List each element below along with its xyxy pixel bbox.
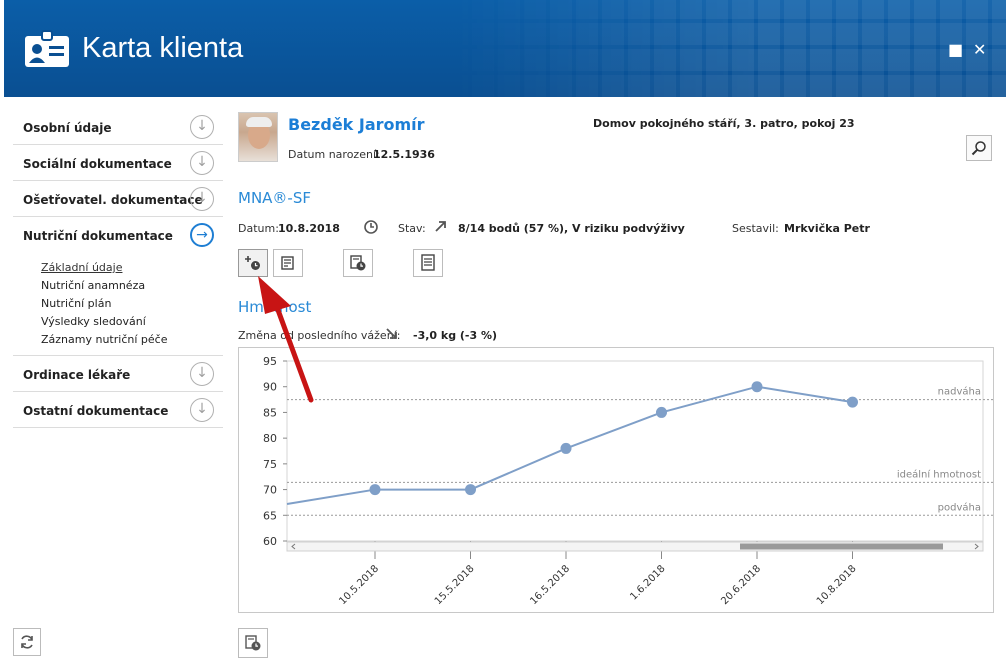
sidebar-section-other[interactable]: Ostatní dokumentace ↓	[13, 392, 223, 428]
mna-status-value: 8/14 bodů (57 %), V riziku podvýživy	[458, 222, 685, 235]
sidebar-section-label: Sociální dokumentace	[23, 157, 172, 171]
sidebar-section-nutrition[interactable]: Nutriční dokumentace →	[13, 217, 223, 253]
mna-status-label: Stav:	[398, 222, 426, 235]
search-icon	[971, 141, 986, 156]
edit-record-button[interactable]	[273, 249, 303, 277]
sidebar-section-physician[interactable]: Ordinace lékaře ↓	[13, 356, 223, 392]
x-tick-label: 1.6.2018	[628, 563, 667, 602]
reference-line-label: nadváha	[938, 386, 981, 398]
x-tick-label: 15.5.2018	[433, 563, 477, 607]
add-record-button[interactable]	[238, 249, 268, 277]
dob-label: Datum narození:	[288, 148, 380, 161]
sidebar-section-personal[interactable]: Osobní údaje ↓	[13, 109, 223, 145]
weight-title: Hmotnost	[238, 298, 312, 316]
patient-name: Bezděk Jaromír	[288, 115, 425, 134]
weight-chart-svg: 60 65 70 75 80 85 90 95 nadváha ideální hmotnost p…	[263, 355, 995, 607]
window-header: Karta klienta ■ ✕	[4, 0, 1006, 97]
weight-history-button[interactable]	[238, 628, 268, 658]
y-tick-label: 85	[263, 406, 277, 419]
sidebar-item-nutrition-care-records[interactable]: Záznamy nutriční péče	[41, 331, 223, 349]
y-tick-label: 95	[263, 355, 277, 368]
patient-hair	[246, 117, 272, 127]
reference-line-label: ideální hmotnost	[897, 468, 981, 480]
calendar-clock-icon	[245, 635, 261, 651]
calendar-clock-icon	[350, 255, 366, 271]
trend-down-icon	[385, 327, 399, 345]
nutrition-subitems: Základní údaje Nutriční anamnéza Nutričn…	[13, 253, 223, 356]
arrow-down-circle-icon[interactable]: ↓	[190, 151, 214, 175]
x-tick-label: 10.8.2018	[815, 563, 859, 607]
sidebar-section-label: Ordinace lékaře	[23, 368, 131, 382]
add-clock-icon	[245, 256, 260, 270]
sidebar-item-nutrition-plan[interactable]: Nutriční plán	[41, 295, 223, 313]
patient-location: Domov pokojného stáří, 3. patro, pokoj 2…	[593, 117, 855, 130]
history-icon	[363, 219, 379, 239]
sidebar-section-label: Nutriční dokumentace	[23, 229, 173, 243]
data-point	[656, 406, 667, 418]
close-button[interactable]: ✕	[973, 40, 986, 59]
reference-line-label: podváha	[938, 501, 981, 513]
refresh-icon	[21, 635, 33, 649]
edit-document-icon	[281, 256, 294, 270]
refresh-button[interactable]	[13, 628, 41, 656]
patient-photo	[238, 112, 278, 162]
sidebar-item-basic-info[interactable]: Základní údaje	[41, 259, 223, 277]
sidebar-section-social[interactable]: Sociální dokumentace ↓	[13, 145, 223, 181]
weight-chart: 60 65 70 75 80 85 90 95 nadváha ideální hmotnost p…	[238, 347, 995, 613]
arrow-down-circle-icon[interactable]: ↓	[190, 115, 214, 139]
mna-author-label: Sestavil:	[732, 222, 779, 235]
client-card-window: Karta klienta ■ ✕ Osobní údaje ↓ Sociáln…	[0, 0, 1006, 669]
chart-scrollbar-thumb[interactable]	[740, 543, 943, 550]
document-icon	[421, 254, 435, 271]
y-tick-label: 90	[263, 381, 277, 394]
header-pattern	[446, 0, 1006, 97]
x-tick-label: 20.6.2018	[719, 563, 763, 607]
dob-value: 12.5.1936	[373, 148, 435, 161]
sidebar-item-nutrition-anamnesis[interactable]: Nutriční anamnéza	[41, 277, 223, 295]
window-title: Karta klienta	[82, 32, 244, 64]
sidebar-section-nursing[interactable]: Ošetřovatel. dokumentace ↓	[13, 181, 223, 217]
sidebar-section-label: Ošetřovatel. dokumentace	[23, 193, 203, 207]
mna-date-label: Datum:	[238, 222, 279, 235]
mna-author-value: Mrkvička Petr	[784, 222, 870, 235]
arrow-down-circle-icon[interactable]: ↓	[190, 187, 214, 211]
weight-change-label: Změna od posledního vážení:	[238, 329, 401, 342]
sidebar-section-label: Ostatní dokumentace	[23, 404, 169, 418]
arrow-down-circle-icon[interactable]: ↓	[190, 362, 214, 386]
sidebar-section-label: Osobní údaje	[23, 121, 112, 135]
maximize-button[interactable]: ■	[948, 40, 963, 59]
y-tick-label: 65	[263, 509, 277, 522]
arrow-right-circle-icon[interactable]: →	[190, 223, 214, 247]
y-tick-label: 60	[263, 535, 277, 548]
mna-title: MNA®-SF	[238, 189, 311, 207]
arrow-down-circle-icon[interactable]: ↓	[190, 398, 214, 422]
search-button[interactable]	[966, 135, 992, 161]
sidebar: Osobní údaje ↓ Sociální dokumentace ↓ Oš…	[13, 109, 223, 428]
x-tick-label: 16.5.2018	[528, 563, 572, 607]
id-card-icon	[25, 30, 69, 67]
data-point	[560, 442, 572, 454]
data-point	[847, 396, 858, 408]
data-point	[465, 484, 476, 496]
plot-area	[286, 360, 984, 542]
x-tick-label: 10.5.2018	[337, 563, 381, 607]
sidebar-item-monitoring-results[interactable]: Výsledky sledování	[41, 313, 223, 331]
history-record-button[interactable]	[343, 249, 373, 277]
y-tick-label: 70	[263, 484, 277, 497]
data-point	[369, 484, 381, 496]
y-tick-label: 80	[263, 432, 277, 445]
view-record-button[interactable]	[413, 249, 443, 277]
weight-change-value: -3,0 kg (-3 %)	[413, 329, 498, 342]
trend-up-icon	[434, 219, 448, 237]
mna-date-value: 10.8.2018	[278, 222, 340, 235]
data-point	[751, 381, 763, 393]
y-tick-label: 75	[263, 458, 277, 471]
